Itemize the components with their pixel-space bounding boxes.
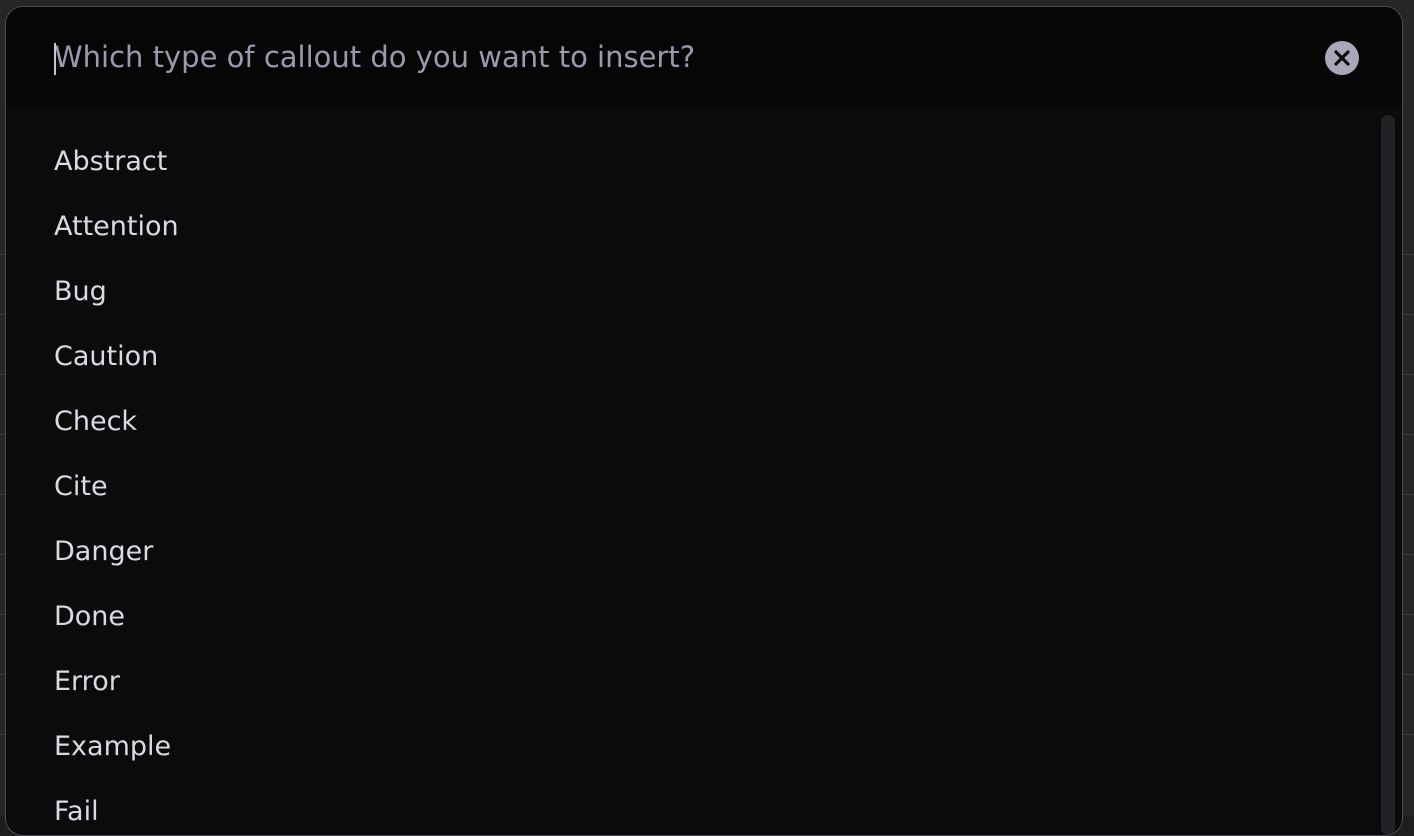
suggestion-item[interactable]: Danger <box>54 532 153 572</box>
suggestion-item[interactable]: Attention <box>54 207 179 247</box>
callout-search-input[interactable] <box>54 35 1294 79</box>
suggestion-item[interactable]: Error <box>54 662 120 702</box>
prompt-input-container <box>6 7 1402 107</box>
suggestion-item[interactable]: Example <box>54 727 171 767</box>
text-caret <box>54 43 56 75</box>
suggestion-list: Abstract Attention Bug Caution Check Cite Dang… <box>6 107 1382 835</box>
scrollbar-thumb[interactable] <box>1381 115 1395 835</box>
suggestion-item[interactable]: Bug <box>54 272 107 312</box>
suggestion-scrollbar[interactable] <box>1381 115 1395 835</box>
callout-type-prompt-modal: Abstract Attention Bug Caution Check Cite Dang… <box>5 6 1403 836</box>
suggestion-item[interactable]: Cite <box>54 467 108 507</box>
suggestion-item[interactable]: Fail <box>54 792 99 832</box>
suggestion-item[interactable]: Caution <box>54 337 158 377</box>
close-button[interactable] <box>1325 41 1359 75</box>
suggestion-item[interactable]: Check <box>54 402 137 442</box>
close-icon <box>1334 50 1350 66</box>
suggestion-item[interactable]: Done <box>54 597 125 637</box>
suggestion-item[interactable]: Abstract <box>54 142 167 182</box>
